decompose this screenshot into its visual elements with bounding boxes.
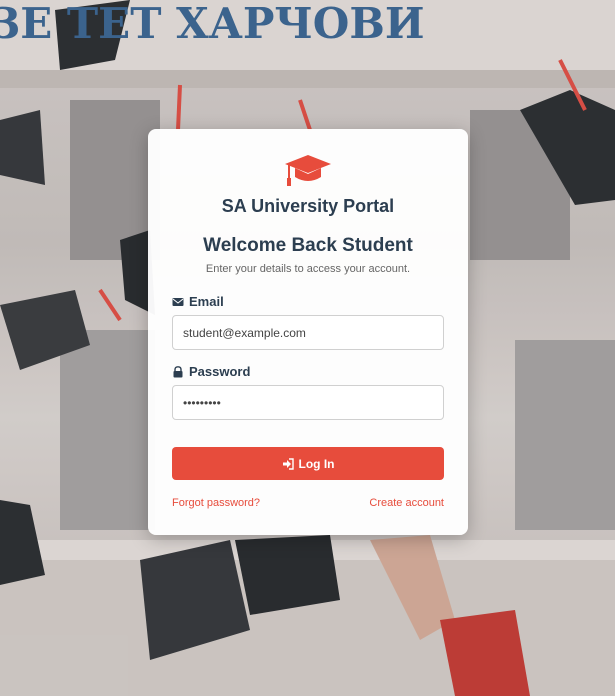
login-card: SA University Portal Welcome Back Studen… <box>148 129 468 535</box>
email-field[interactable] <box>172 315 444 350</box>
sign-in-icon <box>282 457 294 470</box>
login-button[interactable]: Log In <box>172 447 444 480</box>
portal-title: SA University Portal <box>221 196 395 216</box>
email-label: Email <box>172 294 224 309</box>
password-label-text: Password <box>189 364 251 379</box>
forgot-password-link[interactable]: Forgot password? <box>172 497 260 509</box>
envelope-icon <box>172 297 184 306</box>
login-button-label: Log In <box>298 456 335 471</box>
lock-icon <box>173 365 183 377</box>
graduation-cap-icon <box>285 155 331 186</box>
email-label-text: Email <box>189 294 224 309</box>
password-field[interactable] <box>172 385 444 420</box>
create-account-link[interactable]: Create account <box>369 497 444 509</box>
welcome-heading: Welcome Back Student <box>203 235 413 256</box>
password-label: Password <box>172 364 250 379</box>
welcome-subheading: Enter your details to access your accoun… <box>205 263 411 275</box>
